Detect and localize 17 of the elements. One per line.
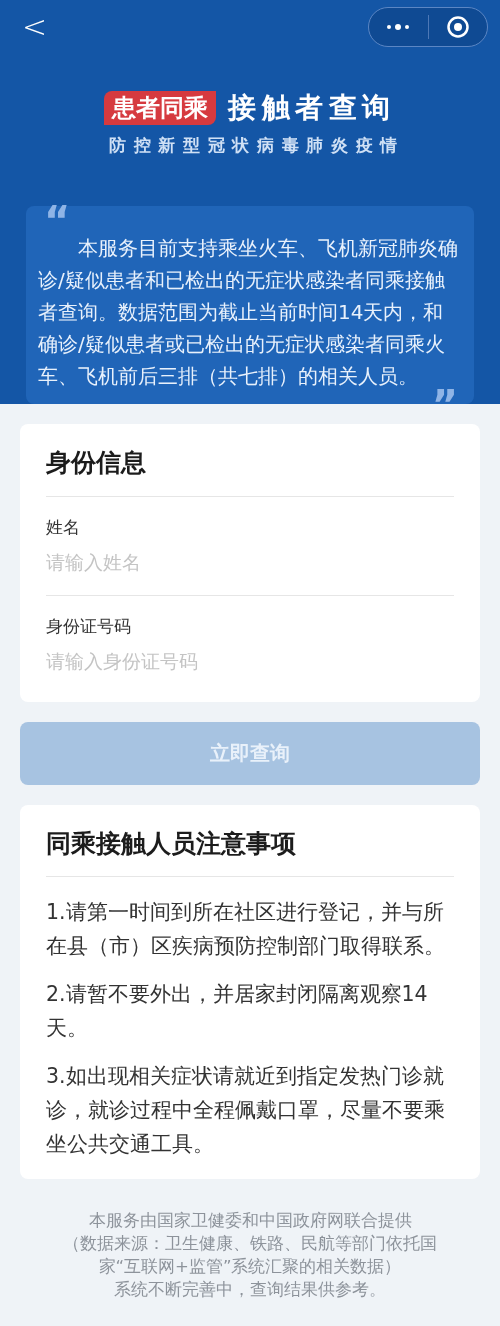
field-label: 姓名: [46, 515, 81, 539]
footer-text: 系统不断完善中，查询结果供参考。: [113, 1279, 387, 1301]
notice-item: 3.如出现相关症状请就近到指定发热门诊就诊，就诊过程中全程佩戴口罩，尽量不要乘坐公共交通工具。: [46, 1063, 446, 1158]
title-badge: 患者同乘: [104, 90, 216, 125]
intro-text: 本服务目前支持乘坐火车、飞机新冠肺炎确诊/疑似患者和已检出的无症状感染者同乘接触者查询。数据范围为截止当前时间14天内，和确诊/疑似患者或已检出的无症状感染者同乘火车、飞机前后三排（共七排）的相关人员。: [38, 235, 459, 389]
section-title: 身份信息: [46, 424, 454, 497]
footer-text: （数据来源：卫生健康、铁路、民航等部门依托国家“互联网+监管”系统汇聚的相关数据）: [62, 1233, 438, 1278]
text-field[interactable]: 请输入身份证号码: [46, 647, 454, 676]
field-label: 身份证号码: [46, 614, 132, 638]
section-title: 同乘接触人员注意事项: [46, 804, 454, 877]
page-subtitle: 防控新型冠状病毒肺炎疫情: [108, 133, 406, 157]
text-field[interactable]: 请输入姓名: [46, 548, 454, 577]
page-title: 接触者查询: [228, 89, 396, 126]
footer-text: 本服务由国家卫健委和中国政府网联合提供: [87, 1210, 413, 1232]
back-button[interactable]: <: [22, 12, 48, 43]
notice-item: 2.请暂不要外出，并居家封闭隔离观察14天。: [46, 981, 429, 1042]
notice-item: 1.请第一时间到所在社区进行登记，并与所在县（市）区疾病预防控制部门取得联系。: [46, 899, 446, 960]
